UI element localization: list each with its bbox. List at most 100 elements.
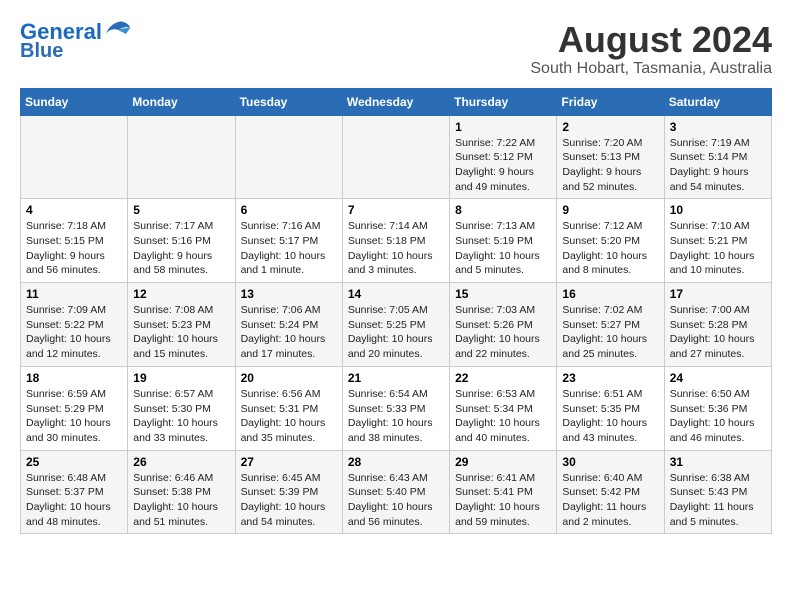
calendar-cell: 18Sunrise: 6:59 AMSunset: 5:29 PMDayligh… (21, 366, 128, 450)
month-year-title: August 2024 (530, 20, 772, 60)
header-thursday: Thursday (450, 88, 557, 115)
day-info: Sunrise: 6:40 AMSunset: 5:42 PMDaylight:… (562, 471, 658, 530)
day-number: 2 (562, 120, 658, 134)
day-info: Sunrise: 7:12 AMSunset: 5:20 PMDaylight:… (562, 219, 658, 278)
day-number: 30 (562, 455, 658, 469)
calendar-cell: 2 Sunrise: 7:20 AMSunset: 5:13 PMDaylight… (557, 115, 664, 199)
calendar-cell: 9 Sunrise: 7:12 AMSunset: 5:20 PMDaylight… (557, 199, 664, 283)
day-number: 27 (241, 455, 337, 469)
location-subtitle: South Hobart, Tasmania, Australia (530, 60, 772, 78)
day-number: 12 (133, 287, 229, 301)
day-info: Sunrise: 7:19 AMSunset: 5:14 PMDaylight:… (670, 136, 766, 195)
calendar-cell: 28 Sunrise: 6:43 AMSunset: 5:40 PMDayligh… (342, 450, 449, 534)
day-number: 31 (670, 455, 766, 469)
day-info: Sunrise: 7:20 AMSunset: 5:13 PMDaylight:… (562, 136, 658, 195)
day-number: 25 (26, 455, 122, 469)
logo-icon (104, 20, 132, 40)
calendar-cell: 11Sunrise: 7:09 AMSunset: 5:22 PMDayligh… (21, 283, 128, 367)
day-info: Sunrise: 6:53 AMSunset: 5:34 PMDaylight:… (455, 387, 551, 446)
day-number: 6 (241, 203, 337, 217)
day-info: Sunrise: 7:05 AMSunset: 5:25 PMDaylight:… (348, 303, 444, 362)
day-info: Sunrise: 7:03 AMSunset: 5:26 PMDaylight:… (455, 303, 551, 362)
header-friday: Friday (557, 88, 664, 115)
day-info: Sunrise: 6:43 AMSunset: 5:40 PMDaylight:… (348, 471, 444, 530)
day-info: Sunrise: 7:18 AMSunset: 5:15 PMDaylight:… (26, 219, 122, 278)
day-number: 24 (670, 371, 766, 385)
header-tuesday: Tuesday (235, 88, 342, 115)
day-info: Sunrise: 7:02 AMSunset: 5:27 PMDaylight:… (562, 303, 658, 362)
day-number: 3 (670, 120, 766, 134)
day-number: 1 (455, 120, 551, 134)
day-info: Sunrise: 6:46 AMSunset: 5:38 PMDaylight:… (133, 471, 229, 530)
calendar-week-1: 1Sunrise: 7:22 AMSunset: 5:12 PMDaylight… (21, 115, 772, 199)
day-info: Sunrise: 6:45 AMSunset: 5:39 PMDaylight:… (241, 471, 337, 530)
day-number: 10 (670, 203, 766, 217)
day-number: 15 (455, 287, 551, 301)
calendar-cell (21, 115, 128, 199)
calendar-cell: 5 Sunrise: 7:17 AMSunset: 5:16 PMDaylight… (128, 199, 235, 283)
calendar-cell: 6Sunrise: 7:16 AMSunset: 5:17 PMDaylight… (235, 199, 342, 283)
title-block: August 2024 South Hobart, Tasmania, Aust… (530, 20, 772, 78)
calendar-table: SundayMondayTuesdayWednesdayThursdayFrid… (20, 88, 772, 535)
day-info: Sunrise: 7:08 AMSunset: 5:23 PMDaylight:… (133, 303, 229, 362)
day-info: Sunrise: 6:50 AMSunset: 5:36 PMDaylight:… (670, 387, 766, 446)
calendar-cell: 22 Sunrise: 6:53 AMSunset: 5:34 PMDayligh… (450, 366, 557, 450)
calendar-cell: 21Sunrise: 6:54 AMSunset: 5:33 PMDayligh… (342, 366, 449, 450)
day-number: 9 (562, 203, 658, 217)
day-number: 23 (562, 371, 658, 385)
day-info: Sunrise: 6:51 AMSunset: 5:35 PMDaylight:… (562, 387, 658, 446)
calendar-cell: 26 Sunrise: 6:46 AMSunset: 5:38 PMDayligh… (128, 450, 235, 534)
logo: General Blue (20, 20, 132, 62)
calendar-cell (128, 115, 235, 199)
day-number: 26 (133, 455, 229, 469)
day-info: Sunrise: 6:48 AMSunset: 5:37 PMDaylight:… (26, 471, 122, 530)
calendar-cell: 23 Sunrise: 6:51 AMSunset: 5:35 PMDayligh… (557, 366, 664, 450)
calendar-week-4: 18Sunrise: 6:59 AMSunset: 5:29 PMDayligh… (21, 366, 772, 450)
header-saturday: Saturday (664, 88, 771, 115)
day-info: Sunrise: 7:10 AMSunset: 5:21 PMDaylight:… (670, 219, 766, 278)
calendar-cell: 24 Sunrise: 6:50 AMSunset: 5:36 PMDayligh… (664, 366, 771, 450)
calendar-cell: 12 Sunrise: 7:08 AMSunset: 5:23 PMDayligh… (128, 283, 235, 367)
day-number: 28 (348, 455, 444, 469)
day-info: Sunrise: 7:13 AMSunset: 5:19 PMDaylight:… (455, 219, 551, 278)
day-number: 29 (455, 455, 551, 469)
day-info: Sunrise: 6:57 AMSunset: 5:30 PMDaylight:… (133, 387, 229, 446)
logo-text-blue: Blue (20, 40, 63, 62)
day-info: Sunrise: 7:14 AMSunset: 5:18 PMDaylight:… (348, 219, 444, 278)
calendar-cell: 20 Sunrise: 6:56 AMSunset: 5:31 PMDayligh… (235, 366, 342, 450)
calendar-cell: 16Sunrise: 7:02 AMSunset: 5:27 PMDayligh… (557, 283, 664, 367)
day-info: Sunrise: 7:06 AMSunset: 5:24 PMDaylight:… (241, 303, 337, 362)
day-info: Sunrise: 6:38 AMSunset: 5:43 PMDaylight:… (670, 471, 766, 530)
day-number: 17 (670, 287, 766, 301)
day-number: 20 (241, 371, 337, 385)
day-info: Sunrise: 6:41 AMSunset: 5:41 PMDaylight:… (455, 471, 551, 530)
days-header-row: SundayMondayTuesdayWednesdayThursdayFrid… (21, 88, 772, 115)
header-sunday: Sunday (21, 88, 128, 115)
calendar-cell: 1Sunrise: 7:22 AMSunset: 5:12 PMDaylight… (450, 115, 557, 199)
day-info: Sunrise: 7:17 AMSunset: 5:16 PMDaylight:… (133, 219, 229, 278)
calendar-cell: 13Sunrise: 7:06 AMSunset: 5:24 PMDayligh… (235, 283, 342, 367)
calendar-cell: 27 Sunrise: 6:45 AMSunset: 5:39 PMDayligh… (235, 450, 342, 534)
calendar-cell: 25 Sunrise: 6:48 AMSunset: 5:37 PMDayligh… (21, 450, 128, 534)
header-wednesday: Wednesday (342, 88, 449, 115)
day-info: Sunrise: 6:54 AMSunset: 5:33 PMDaylight:… (348, 387, 444, 446)
day-number: 18 (26, 371, 122, 385)
calendar-cell: 10 Sunrise: 7:10 AMSunset: 5:21 PMDayligh… (664, 199, 771, 283)
day-info: Sunrise: 6:56 AMSunset: 5:31 PMDaylight:… (241, 387, 337, 446)
calendar-cell: 8 Sunrise: 7:13 AMSunset: 5:19 PMDaylight… (450, 199, 557, 283)
day-number: 22 (455, 371, 551, 385)
calendar-week-2: 4 Sunrise: 7:18 AMSunset: 5:15 PMDaylight… (21, 199, 772, 283)
day-number: 5 (133, 203, 229, 217)
calendar-cell: 17 Sunrise: 7:00 AMSunset: 5:28 PMDayligh… (664, 283, 771, 367)
calendar-cell: 29 Sunrise: 6:41 AMSunset: 5:41 PMDayligh… (450, 450, 557, 534)
calendar-cell: 3 Sunrise: 7:19 AMSunset: 5:14 PMDaylight… (664, 115, 771, 199)
day-info: Sunrise: 7:00 AMSunset: 5:28 PMDaylight:… (670, 303, 766, 362)
calendar-cell: 4 Sunrise: 7:18 AMSunset: 5:15 PMDaylight… (21, 199, 128, 283)
calendar-cell: 31 Sunrise: 6:38 AMSunset: 5:43 PMDayligh… (664, 450, 771, 534)
day-number: 7 (348, 203, 444, 217)
day-number: 4 (26, 203, 122, 217)
day-number: 11 (26, 287, 122, 301)
calendar-cell: 15 Sunrise: 7:03 AMSunset: 5:26 PMDayligh… (450, 283, 557, 367)
day-number: 8 (455, 203, 551, 217)
calendar-cell: 19Sunrise: 6:57 AMSunset: 5:30 PMDayligh… (128, 366, 235, 450)
